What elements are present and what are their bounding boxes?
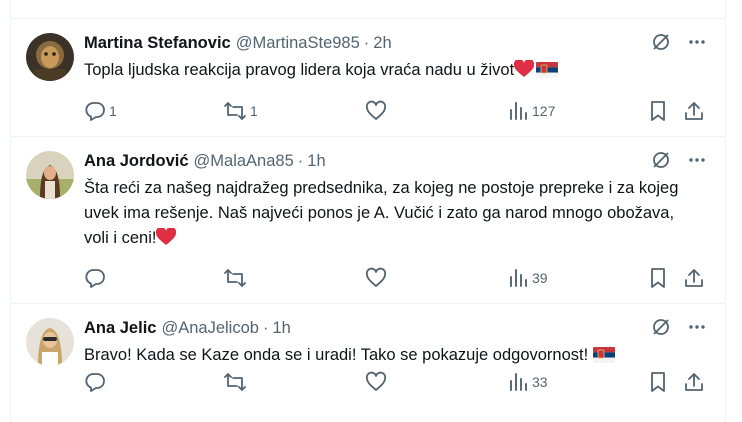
views-button[interactable]: 39 bbox=[507, 267, 548, 289]
reply-icon bbox=[84, 371, 106, 393]
author-name[interactable]: Ana Jordović bbox=[84, 152, 189, 171]
like-button[interactable] bbox=[365, 371, 390, 393]
avatar[interactable] bbox=[26, 151, 74, 199]
separator-dot: · bbox=[363, 33, 370, 52]
avatar[interactable] bbox=[26, 33, 74, 81]
author-handle[interactable]: @AnaJelicob bbox=[161, 319, 258, 338]
bookmark-icon bbox=[647, 100, 669, 122]
more-icon[interactable] bbox=[687, 317, 707, 337]
timestamp[interactable]: 1h bbox=[272, 319, 290, 338]
bookmark-button[interactable] bbox=[647, 100, 669, 122]
repost-button[interactable]: 1 bbox=[223, 100, 258, 122]
bookmark-button[interactable] bbox=[647, 371, 669, 393]
repost-icon bbox=[223, 267, 247, 289]
tweet-text: Bravo! Kada se Kaze onda se i uradi! Tak… bbox=[84, 343, 684, 371]
timestamp[interactable]: 2h bbox=[373, 34, 391, 53]
red-heart-icon bbox=[156, 226, 177, 254]
author-handle[interactable]: @MartinaSte985 bbox=[236, 34, 360, 53]
repost-icon bbox=[223, 100, 247, 122]
like-button[interactable] bbox=[365, 100, 390, 122]
share-button[interactable] bbox=[683, 267, 705, 289]
red-heart-icon bbox=[514, 58, 535, 86]
share-button[interactable] bbox=[683, 371, 705, 393]
bookmark-button[interactable] bbox=[647, 267, 669, 289]
share-button[interactable] bbox=[683, 100, 705, 122]
serbia-flag-icon bbox=[536, 61, 559, 86]
more-icon[interactable] bbox=[687, 150, 707, 170]
separator-dot: · bbox=[297, 151, 304, 170]
views-icon bbox=[507, 267, 529, 289]
tweet[interactable]: Ana Jelic @AnaJelicob · 1h Bravo! Kada s… bbox=[11, 304, 725, 422]
grok-icon[interactable] bbox=[651, 150, 671, 170]
reply-button[interactable] bbox=[84, 371, 109, 393]
views-icon bbox=[507, 371, 529, 393]
more-icon[interactable] bbox=[687, 32, 707, 52]
share-icon bbox=[683, 267, 705, 289]
tweet-actions: 33 bbox=[11, 370, 725, 394]
previous-tweet-edge bbox=[10, 0, 726, 19]
reply-button[interactable]: 1 bbox=[84, 100, 117, 122]
views-button[interactable]: 127 bbox=[507, 100, 555, 122]
like-icon bbox=[365, 371, 387, 393]
author-handle[interactable]: @MalaAna85 bbox=[194, 152, 294, 171]
avatar[interactable] bbox=[26, 318, 74, 366]
tweet-actions: 39 bbox=[11, 266, 725, 290]
author-name[interactable]: Martina Stefanovic bbox=[84, 34, 231, 53]
tweet-text: Šta reći za našeg najdražeg predsednika,… bbox=[84, 176, 684, 254]
like-icon bbox=[365, 267, 387, 289]
tweet-text: Topla ljudska reakcija pravog lidera koj… bbox=[84, 58, 684, 86]
bookmark-icon bbox=[647, 371, 669, 393]
bookmark-icon bbox=[647, 267, 669, 289]
tweet[interactable]: Ana Jordović @MalaAna85 · 1h Šta reći za… bbox=[11, 137, 725, 304]
grok-icon[interactable] bbox=[651, 32, 671, 52]
views-button[interactable]: 33 bbox=[507, 371, 548, 393]
like-button[interactable] bbox=[365, 267, 390, 289]
grok-icon[interactable] bbox=[651, 317, 671, 337]
tweet-actions: 1 1 127 bbox=[11, 99, 725, 123]
separator-dot: · bbox=[262, 318, 269, 337]
like-icon bbox=[365, 100, 387, 122]
repost-icon bbox=[223, 371, 247, 393]
timestamp[interactable]: 1h bbox=[307, 152, 325, 171]
reply-icon bbox=[84, 100, 106, 122]
reply-icon bbox=[84, 267, 106, 289]
serbia-flag-icon bbox=[592, 346, 615, 371]
reply-button[interactable] bbox=[84, 267, 109, 289]
share-icon bbox=[683, 371, 705, 393]
timeline: Martina Stefanovic @MartinaSte985 · 2h T… bbox=[10, 19, 726, 422]
tweet[interactable]: Martina Stefanovic @MartinaSte985 · 2h T… bbox=[11, 19, 725, 137]
share-icon bbox=[683, 100, 705, 122]
repost-button[interactable] bbox=[223, 267, 250, 289]
views-icon bbox=[507, 100, 529, 122]
author-name[interactable]: Ana Jelic bbox=[84, 319, 156, 338]
repost-button[interactable] bbox=[223, 371, 250, 393]
